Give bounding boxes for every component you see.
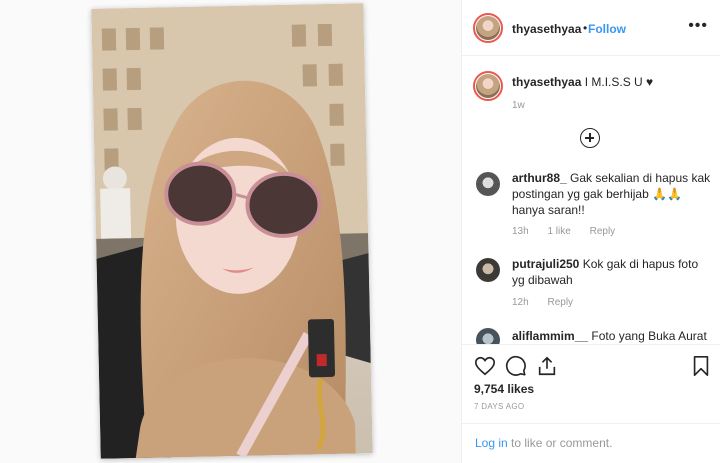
likes-count[interactable]: 9,754 likes	[474, 382, 534, 396]
comment-meta: 12h Reply	[512, 297, 589, 308]
commenter-avatar[interactable]	[476, 328, 500, 344]
commenter-avatar[interactable]	[476, 172, 500, 196]
comment-text: Foto yang Buka Aurat	[591, 329, 707, 343]
post-photo[interactable]	[91, 3, 373, 459]
login-prompt: Log in to like or comment.	[462, 423, 720, 463]
comment-username[interactable]: arthur88_	[512, 171, 567, 185]
bookmark-icon[interactable]	[690, 355, 712, 377]
comment-body: arthur88_ Gak sekalian di hapus kak post…	[512, 170, 712, 218]
comment-item: aliflammim__ Foto yang Buka Aurat	[462, 328, 720, 344]
commenter-avatar[interactable]	[476, 258, 500, 282]
post-header: thyasethyaa • Follow •••	[462, 0, 720, 56]
load-more-comments-icon[interactable]	[580, 128, 600, 148]
header-separator: •	[583, 21, 588, 35]
author-avatar[interactable]	[473, 13, 503, 43]
heart-icon[interactable]	[474, 355, 496, 377]
more-options-icon[interactable]: •••	[688, 17, 708, 35]
caption-username[interactable]: thyasethyaa	[512, 75, 581, 89]
comment-body: aliflammim__ Foto yang Buka Aurat	[512, 328, 712, 344]
post-side-panel: thyasethyaa • Follow ••• thyasethyaa I M…	[462, 0, 720, 463]
caption-avatar[interactable]	[473, 71, 503, 101]
post-age: 7 DAYS AGO	[474, 402, 525, 411]
reply-button[interactable]: Reply	[590, 226, 616, 237]
caption-text: I M.I.S.S U ♥	[584, 75, 654, 89]
reply-button[interactable]: Reply	[547, 297, 573, 308]
comment-username[interactable]: putrajuli250	[512, 257, 579, 271]
share-icon[interactable]	[536, 355, 558, 377]
comment-icon[interactable]	[505, 355, 527, 377]
login-text: Log in to like or comment.	[475, 436, 612, 450]
author-username[interactable]: thyasethyaa	[512, 22, 581, 36]
login-suffix: to like or comment.	[507, 436, 613, 450]
comment-username[interactable]: aliflammim__	[512, 329, 588, 343]
comment-meta: 13h 1 like Reply	[512, 226, 631, 237]
comment-likes[interactable]: 1 like	[547, 226, 570, 237]
comment-body: putrajuli250 Kok gak di hapus foto yg di…	[512, 256, 712, 288]
caption-timestamp: 1w	[512, 100, 525, 111]
comment-time: 13h	[512, 226, 529, 237]
photo-pane	[0, 0, 462, 463]
login-link[interactable]: Log in	[475, 436, 508, 450]
caption: thyasethyaa I M.I.S.S U ♥	[512, 75, 712, 90]
post-photo-image	[91, 3, 373, 459]
follow-button[interactable]: Follow	[588, 22, 626, 36]
comment-time: 12h	[512, 297, 529, 308]
